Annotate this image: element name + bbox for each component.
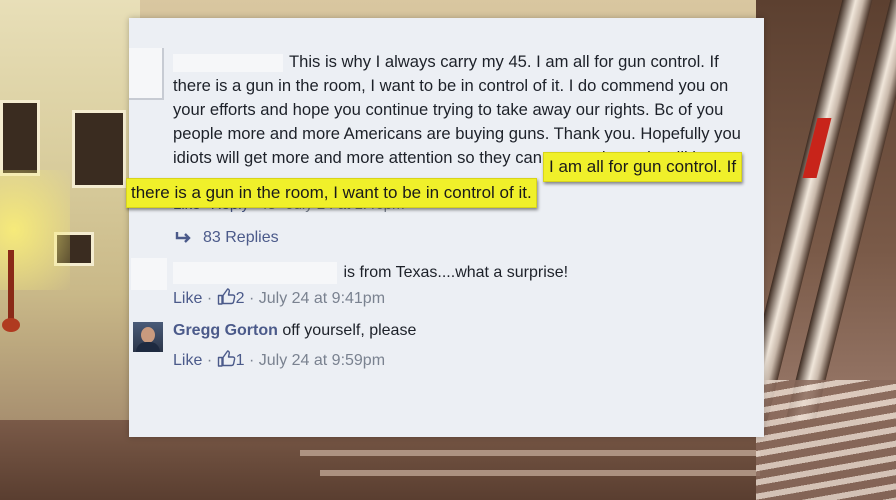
reply-arrow-icon bbox=[175, 231, 191, 243]
reply-timestamp[interactable]: July 24 at 9:59pm bbox=[259, 352, 385, 369]
view-replies-link[interactable]: 83 Replies bbox=[175, 229, 279, 247]
author-name-link[interactable]: Gregg Gorton bbox=[173, 322, 278, 339]
reply-comment: is from Texas....what a surprise! bbox=[173, 262, 568, 284]
redacted-avatar bbox=[131, 258, 167, 290]
avatar-body bbox=[136, 342, 160, 352]
separator-dot: · bbox=[206, 290, 213, 307]
thumbs-up-icon bbox=[217, 288, 235, 305]
background-window bbox=[72, 110, 126, 188]
thumbs-up-icon bbox=[217, 350, 235, 367]
separator-dot: · bbox=[206, 352, 213, 369]
redacted-avatar bbox=[129, 48, 164, 100]
reply-timestamp[interactable]: July 24 at 9:41pm bbox=[259, 290, 385, 307]
separator-dot: · bbox=[248, 290, 255, 307]
redacted-author-name bbox=[173, 262, 337, 284]
background-window bbox=[0, 100, 40, 176]
like-button[interactable]: Like bbox=[173, 352, 202, 369]
reply-text: off yourself, please bbox=[282, 322, 417, 339]
comment-thread-panel: This is why I always carry my 45. I am a… bbox=[129, 18, 764, 437]
background-step bbox=[300, 450, 760, 456]
like-count[interactable]: 1 bbox=[236, 352, 245, 369]
reply-actions: Like · 1 · July 24 at 9:59pm bbox=[173, 350, 385, 370]
highlighted-quote-line-1: I am all for gun control. If bbox=[543, 152, 743, 182]
background-step bbox=[320, 470, 760, 476]
separator-dot: · bbox=[248, 352, 255, 369]
background-steps-right bbox=[756, 380, 896, 500]
replies-count-label: 83 Replies bbox=[203, 229, 279, 246]
reply-actions: Like · 2 · July 24 at 9:41pm bbox=[173, 288, 385, 308]
like-count[interactable]: 2 bbox=[236, 290, 245, 307]
reply-text: is from Texas....what a surprise! bbox=[343, 264, 569, 282]
like-button[interactable]: Like bbox=[173, 290, 202, 307]
redacted-author-name bbox=[173, 53, 283, 72]
highlighted-quote-line-2: there is a gun in the room, I want to be… bbox=[126, 178, 537, 208]
avatar-face bbox=[141, 327, 155, 343]
avatar[interactable] bbox=[133, 322, 163, 352]
background-lamp-head bbox=[2, 318, 20, 332]
reply-comment: Gregg Gorton off yourself, please bbox=[173, 322, 416, 340]
